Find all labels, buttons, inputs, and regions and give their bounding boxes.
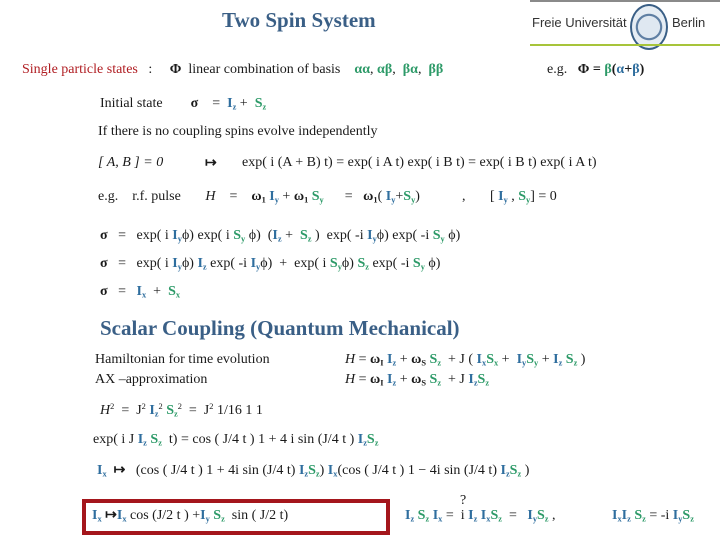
I-operator: Iz [227,96,237,112]
no-coupling-text: If there is no coupling spins evolve ind… [98,124,378,139]
equals: = [212,96,221,111]
logo-top-rule [530,0,720,2]
sigma-line-1: σ = exp( i Iyϕ) exp( i Sy ϕ) (Iz + Sz ) … [100,228,461,244]
eg-label: e.g. [98,189,119,204]
beta: β [632,62,640,77]
beta: β [604,62,612,77]
ix-evolution-line: Ix ↦ (cos ( J/4 t ) 1 + 4i sin (J/4 t) I… [97,463,530,479]
basis-aa: αα [354,62,371,77]
initial-state-label: Initial state [100,96,163,111]
commutator-AB: [ A, B ] = 0 [98,155,164,170]
h2-tail: 1/16 1 1 [216,403,263,419]
equals: = [229,189,238,204]
sigma-line-3: σ = Ix + Sx [100,284,181,300]
basis-bb: ββ [428,62,444,77]
eg-label: e.g. [547,62,568,77]
exp-line-mid: t) = cos ( J/4 t ) 1 + 4 i sin (J/4 t ) [168,432,355,447]
hamiltonian-label: Hamiltonian for time evolution [95,352,270,367]
identity-1: Iz Sz Ix = i Iz IxSz = IySz , [405,508,556,524]
hamiltonian-ax: H = ωI Iz + ωS Sz + J IzSz [345,372,490,388]
S-operator: Sz [254,96,267,112]
initial-state-line: Initial state σ = Iz + Sz [100,96,266,112]
sigma: σ [190,96,199,111]
hamiltonian-full: H = ωI Iz + ωS Sz + J ( IxSx + IySy + Iz… [345,352,586,368]
single-particle-line: Single particle states : Φ linear combin… [22,62,444,77]
plus: + [239,96,248,111]
equals: = [592,62,601,77]
sigma-line-2: σ = exp( i Iyϕ) Iz exp( -i Iyϕ) + exp( i… [100,256,441,272]
exp-coupling-line: exp( i J Iz Sz t) = cos ( J/4 t ) 1 + 4 … [93,432,379,448]
logo-underline [530,44,720,46]
exp-identity: exp( i (A + B) t) = exp( i A t) exp( i B… [242,155,597,170]
basis-ab: αβ [377,62,393,77]
section-heading: Scalar Coupling (Quantum Mechanical) [100,316,460,340]
mapsto-arrow: ↦ [205,156,217,171]
boxed-result: Ix ↦Ix cos (J/2 t ) +Iy Sz sin ( J/2 t) [92,508,289,524]
phi-symbol: Φ [577,62,590,77]
colon: : [148,62,153,77]
page-title: Two Spin System [222,8,376,32]
logo-text-right: Berlin [672,15,706,30]
rf-pulse-label: r.f. pulse [132,189,181,204]
H-symbol: H [205,189,216,204]
basis-ba: βα [402,62,418,77]
h-squared-line: H2 = J2 Iz2 Sz2 = J2 1/16 1 1 [100,402,263,419]
example-state: e.g. Φ = β(α+β) [547,62,644,78]
identity-2: IxIz Sz = -i IySz [612,508,694,524]
question-mark: ? [460,493,467,508]
paren-close: ) [639,62,645,77]
rf-pulse-line: e.g. r.f. pulse H = ω1 Iy + ω1 Sy = ω1( … [98,189,557,205]
logo-text-left: Freie Universität [532,15,627,30]
single-particle-label: Single particle states [22,62,138,77]
phi-symbol: Φ [169,62,182,77]
omega: ω1 [251,189,266,205]
basis-text: linear combination of basis [188,62,341,77]
plus: + [624,62,633,77]
ax-label: AX –approximation [95,372,208,387]
